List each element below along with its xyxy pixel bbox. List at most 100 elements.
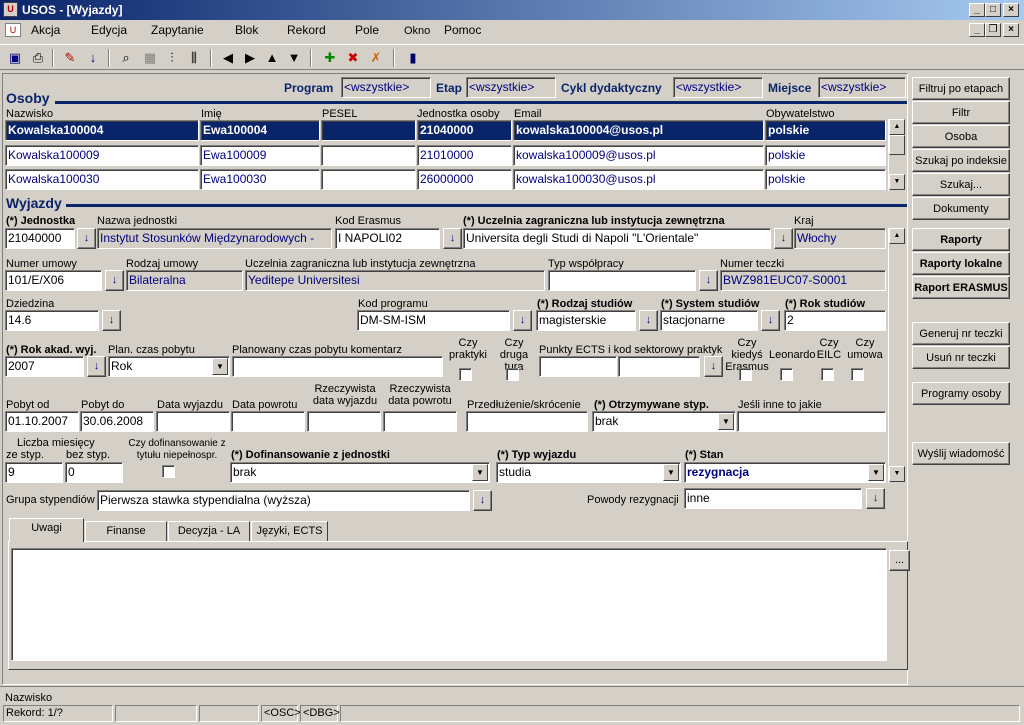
czy-eilc-checkbox[interactable] <box>821 368 834 381</box>
typ-wyjazdu-dropdown-icon[interactable]: ▼ <box>663 464 679 481</box>
czy-erasmus-checkbox[interactable] <box>739 368 752 381</box>
rodzaj-studiow-lov-icon[interactable]: ↓ <box>639 310 658 331</box>
child-minimize-icon[interactable]: _ <box>969 23 985 37</box>
bar-chart-icon[interactable]: ⫶ <box>162 48 182 68</box>
szukaj-po-indeksie-button[interactable]: Szukaj po indeksie <box>912 149 1010 172</box>
raporty-lokalne-button[interactable]: Raporty lokalne <box>912 252 1010 275</box>
row-1-obywatelstwo[interactable]: polskie <box>765 145 886 166</box>
bez-styp-field[interactable]: 0 <box>65 462 123 483</box>
czy-praktyki-checkbox[interactable] <box>459 368 472 381</box>
row-0-obywatelstwo[interactable]: polskie <box>765 120 886 141</box>
child-restore-icon[interactable]: ❐ <box>985 23 1001 37</box>
kod-erasmus-lov-icon[interactable]: ↓ <box>443 228 462 249</box>
kod-sektorowy-field[interactable] <box>618 356 700 377</box>
cykl-field[interactable]: <wszystkie> <box>673 77 763 98</box>
query-icon[interactable]: ⌕ <box>116 48 136 68</box>
edit-icon[interactable]: ✎ <box>60 48 80 68</box>
wyjazdy-scroll-up-icon[interactable]: ▲ <box>889 228 905 244</box>
row-0-imie[interactable]: Ewa100004 <box>200 120 320 141</box>
plan-koment-field[interactable] <box>232 356 443 377</box>
dofinansowanie-select[interactable]: brak <box>230 462 490 483</box>
row-0-nazwisko[interactable]: Kowalska100004 <box>5 120 199 141</box>
tab-uwagi[interactable]: Uwagi <box>9 518 84 542</box>
inne-field[interactable] <box>737 411 886 432</box>
kod-erasmus-field[interactable]: I NAPOLI02 <box>335 228 440 249</box>
row-1-jednostka[interactable]: 21010000 <box>417 145 512 166</box>
menu-akcja[interactable]: Akcja <box>31 23 60 37</box>
row-0-jednostka[interactable]: 21040000 <box>417 120 512 141</box>
row-2-jednostka[interactable]: 26000000 <box>417 169 512 190</box>
punkty-ects-field[interactable] <box>539 356 617 377</box>
maximize-icon[interactable]: □ <box>985 3 1001 17</box>
szukaj-button[interactable]: Szukaj... <box>912 173 1010 196</box>
rz-data-wyjazdu-field[interactable] <box>307 411 381 432</box>
tab-decyzja[interactable]: Decyzja - LA <box>168 521 250 541</box>
delete-record-icon[interactable]: ✖ <box>343 48 363 68</box>
osoba-button[interactable]: Osoba <box>912 125 1010 148</box>
uczelnia-field[interactable]: Universita degli Studi di Napoli "L'Orie… <box>463 228 771 249</box>
download-icon[interactable]: ↓ <box>83 48 103 68</box>
czy-umowa-checkbox[interactable] <box>851 368 864 381</box>
row-2-nazwisko[interactable]: Kowalska100030 <box>5 169 199 190</box>
kod-programu-field[interactable]: DM-SM-ISM <box>357 310 510 331</box>
powody-rezygnacji-field[interactable]: inne <box>684 488 862 509</box>
numer-umowy-field[interactable]: 101/E/X06 <box>5 270 102 291</box>
row-0-pesel[interactable] <box>321 120 416 141</box>
row-1-nazwisko[interactable]: Kowalska100009 <box>5 145 199 166</box>
menu-zapytanie[interactable]: Zapytanie <box>151 23 204 37</box>
generuj-nr-teczki-button[interactable]: Generuj nr teczki <box>912 322 1010 345</box>
system-studiow-lov-icon[interactable]: ↓ <box>761 310 780 331</box>
rz-data-powrotu-field[interactable] <box>383 411 457 432</box>
typ-wyjazdu-select[interactable]: studia <box>496 462 681 483</box>
scroll-up-icon[interactable]: ▲ <box>889 119 905 135</box>
child-close-icon[interactable]: × <box>1003 23 1019 37</box>
raporty-button[interactable]: Raporty <box>912 228 1010 251</box>
bar-chart-alt-icon[interactable]: ⫼ <box>184 48 204 68</box>
row-0-email[interactable]: kowalska100004@usos.pl <box>513 120 764 141</box>
dziedzina-lov-icon[interactable]: ↓ <box>102 310 121 331</box>
uwagi-textarea[interactable] <box>11 548 887 661</box>
raport-erasmus-button[interactable]: Raport ERASMUS <box>912 276 1010 299</box>
czy-dofinansowanie-checkbox[interactable] <box>162 465 175 478</box>
menu-rekord[interactable]: Rekord <box>287 23 326 37</box>
etap-field[interactable]: <wszystkie> <box>466 77 556 98</box>
jednostka-field[interactable]: 21040000 <box>5 228 75 249</box>
menu-pole[interactable]: Pole <box>355 23 379 37</box>
menu-okno[interactable]: Okno <box>404 25 430 37</box>
wyjazdy-scrollbar[interactable]: ▲ ▼ <box>888 228 905 483</box>
kod-programu-lov-icon[interactable]: ↓ <box>513 310 532 331</box>
menu-pomoc[interactable]: Pomoc <box>444 23 481 37</box>
plan-czas-dropdown-icon[interactable]: ▼ <box>212 358 228 375</box>
scroll-down-icon[interactable]: ▼ <box>889 174 905 190</box>
ze-styp-field[interactable]: 9 <box>5 462 63 483</box>
grupa-stypendiow-field[interactable]: Pierwsza stawka stypendialna (wyższa) <box>97 490 470 511</box>
numer-umowy-lov-icon[interactable]: ↓ <box>105 270 124 291</box>
row-1-pesel[interactable] <box>321 145 416 166</box>
tab-jezyki[interactable]: Języki, ECTS <box>251 521 328 541</box>
menu-blok[interactable]: Blok <box>235 23 258 37</box>
scroll-thumb[interactable] <box>889 135 905 155</box>
menu-edycja[interactable]: Edycja <box>91 23 127 37</box>
powody-rezygnacji-lov-icon[interactable]: ↓ <box>866 488 885 509</box>
uczelnia-lov-icon[interactable]: ↓ <box>774 228 793 249</box>
filtr-button[interactable]: Filtr <box>912 101 1010 124</box>
stan-select[interactable]: rezygnacja <box>684 462 886 483</box>
programy-osoby-button[interactable]: Programy osoby <box>912 382 1010 405</box>
data-wyjazdu-field[interactable] <box>156 411 230 432</box>
typ-wspolpracy-field[interactable] <box>548 270 696 291</box>
pobyt-od-field[interactable]: 01.10.2007 <box>5 411 79 432</box>
data-powrotu-field[interactable] <box>231 411 305 432</box>
clear-record-icon[interactable]: ✗ <box>366 48 386 68</box>
minimize-icon[interactable]: _ <box>969 3 985 17</box>
prev-block-icon[interactable]: ◀ <box>218 48 238 68</box>
system-studiow-field[interactable]: stacjonarne <box>660 310 758 331</box>
pobyt-do-field[interactable]: 30.06.2008 <box>80 411 154 432</box>
jednostka-lov-icon[interactable]: ↓ <box>77 228 96 249</box>
typ-wspolpracy-lov-icon[interactable]: ↓ <box>699 270 718 291</box>
next-record-icon[interactable]: ▼ <box>284 48 304 68</box>
row-2-email[interactable]: kowalska100030@usos.pl <box>513 169 764 190</box>
print-icon[interactable]: ⎙ <box>28 48 48 68</box>
usun-nr-teczki-button[interactable]: Usuń nr teczki <box>912 346 1010 369</box>
row-2-obywatelstwo[interactable]: polskie <box>765 169 886 190</box>
save-icon[interactable]: ▣ <box>5 48 25 68</box>
